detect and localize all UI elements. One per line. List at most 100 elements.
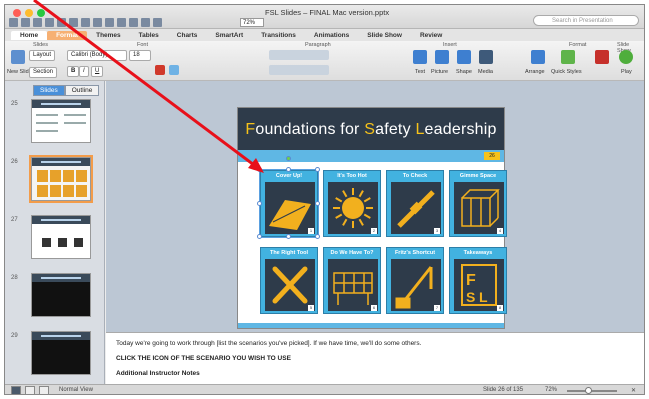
slide-thumbnail[interactable] (31, 215, 91, 259)
ribbon-tab-tables[interactable]: Tables (130, 31, 168, 40)
slide-thumbnail[interactable] (31, 273, 91, 317)
ribbon-tab-review[interactable]: Review (411, 31, 451, 40)
print-icon[interactable] (57, 18, 66, 27)
scenario-tile[interactable]: It's Too Hot 2 (323, 170, 381, 237)
ribbon-tab-transitions[interactable]: Transitions (252, 31, 305, 40)
quick-access-toolbar (9, 18, 162, 27)
cut-icon[interactable] (69, 18, 78, 27)
zoom-window-button[interactable] (37, 9, 45, 17)
shape-icon[interactable] (457, 50, 471, 64)
undo-icon[interactable] (117, 18, 126, 27)
italic-button[interactable]: I (79, 66, 89, 77)
scenario-tile[interactable]: Takeaways F S L 8 (449, 247, 507, 314)
media-icon[interactable] (479, 50, 493, 64)
scenario-tile[interactable]: Gimme Space 4 (449, 170, 507, 237)
selection-handle[interactable] (315, 167, 320, 172)
svg-text:L: L (479, 289, 488, 305)
scenario-tile[interactable]: The Right Tool 5 (260, 247, 318, 314)
zoom-select[interactable]: 72% (240, 18, 264, 27)
slide-thumbnail[interactable] (29, 155, 93, 203)
picture-button[interactable]: Picture (431, 69, 448, 75)
bold-button[interactable]: B (67, 66, 80, 77)
ribbon-tab-themes[interactable]: Themes (87, 31, 130, 40)
selection-handle[interactable] (286, 167, 291, 172)
layout-button[interactable]: Layout (29, 50, 56, 61)
open-icon[interactable] (33, 18, 42, 27)
zoom-slider-thumb[interactable] (585, 387, 592, 394)
scenario-tile[interactable]: Do We Have To? 6 (323, 247, 381, 314)
scenario-tile[interactable]: To Check 3 (386, 170, 444, 237)
selection-handle[interactable] (315, 200, 320, 206)
zoom-slider[interactable] (567, 390, 617, 392)
selection-handle[interactable] (257, 234, 262, 239)
ribbon-tab-format[interactable]: Format (47, 30, 88, 40)
align-text-icon[interactable] (269, 65, 329, 75)
ribbon-tab-home[interactable]: Home (11, 30, 48, 40)
tab-outline[interactable]: Outline (64, 85, 100, 96)
ribbon-tab-animations[interactable]: Animations (305, 31, 358, 40)
underline-button[interactable]: U (91, 66, 104, 77)
picture-icon[interactable] (435, 50, 449, 64)
ribbon-tab-charts[interactable]: Charts (168, 31, 207, 40)
new-slide-icon[interactable] (11, 50, 25, 64)
slide-thumbnail-row[interactable]: 27 (5, 215, 104, 273)
ribbon-tab-slide-show[interactable]: Slide Show (358, 31, 411, 40)
textbox-icon[interactable] (413, 50, 427, 64)
shape-fill-icon[interactable] (595, 50, 609, 64)
slide-thumbnail-row[interactable]: 26 (5, 155, 104, 215)
slide-thumbnail-row[interactable]: 28 (5, 273, 104, 331)
scenario-tile[interactable]: Cover Up! 1 (259, 169, 319, 238)
slide-thumbnail-row[interactable]: 25 (5, 99, 104, 157)
normal-view-icon[interactable] (11, 386, 21, 394)
minimize-window-button[interactable] (25, 9, 33, 17)
thumb-text-line (64, 122, 86, 124)
slide-thumbnail-row[interactable]: 29 (5, 331, 104, 384)
font-size-select[interactable]: 18 (129, 50, 151, 61)
text-button[interactable]: Text (415, 69, 425, 75)
gallery-icon[interactable] (141, 18, 150, 27)
scenario-label: Cover Up! (275, 173, 303, 179)
slide-canvas[interactable]: Foundations for Safety Leadership 26 Cov… (237, 107, 507, 329)
slide-title[interactable]: Foundations for Safety Leadership (238, 121, 504, 139)
copy-icon[interactable] (81, 18, 90, 27)
cage-icon (454, 182, 504, 234)
redo-icon[interactable] (129, 18, 138, 27)
quick-styles-icon[interactable] (561, 50, 575, 64)
shape-button[interactable]: Shape (456, 69, 472, 75)
new-doc-icon[interactable] (9, 18, 18, 27)
presenter-view-icon[interactable] (39, 386, 49, 394)
slide-thumbnail[interactable] (31, 99, 91, 143)
slide-thumbnail[interactable] (31, 331, 91, 375)
selection-handle[interactable] (257, 167, 262, 172)
tab-slides[interactable]: Slides (33, 85, 65, 96)
close-window-button[interactable] (13, 9, 21, 17)
fit-window-icon[interactable]: ✕ (631, 387, 636, 394)
templates-icon[interactable] (21, 18, 30, 27)
selection-handle[interactable] (315, 234, 320, 239)
arrange-button[interactable]: Arrange (525, 69, 545, 75)
paste-icon[interactable] (93, 18, 102, 27)
rotate-handle[interactable] (286, 156, 291, 161)
group-label-slides: Slides (33, 42, 48, 48)
thumb-tile (76, 170, 87, 182)
ribbon-tab-smartart[interactable]: SmartArt (206, 31, 252, 40)
format-painter-icon[interactable] (105, 18, 114, 27)
play-icon[interactable] (619, 50, 633, 64)
selection-handle[interactable] (257, 200, 262, 206)
notes-pane[interactable]: Today we're going to work through [list … (106, 332, 644, 384)
save-icon[interactable] (45, 18, 54, 27)
arrange-icon[interactable] (531, 50, 545, 64)
highlight-icon[interactable] (169, 65, 179, 75)
selection-handle[interactable] (286, 234, 291, 239)
quick-styles-button[interactable]: Quick Styles (551, 69, 582, 75)
media-browser-icon[interactable] (153, 18, 162, 27)
scenario-tile[interactable]: Fritz's Shortcut 7 (386, 247, 444, 314)
media-button[interactable]: Media (478, 69, 493, 75)
bullets-list-icon[interactable] (269, 50, 329, 60)
search-input[interactable]: Search in Presentation (533, 15, 639, 26)
font-name-select[interactable]: Calibri (Body) (67, 50, 127, 61)
play-button[interactable]: Play (621, 69, 632, 75)
section-button[interactable]: Section (29, 67, 58, 78)
sorter-view-icon[interactable] (25, 386, 35, 394)
font-color-icon[interactable] (155, 65, 165, 75)
